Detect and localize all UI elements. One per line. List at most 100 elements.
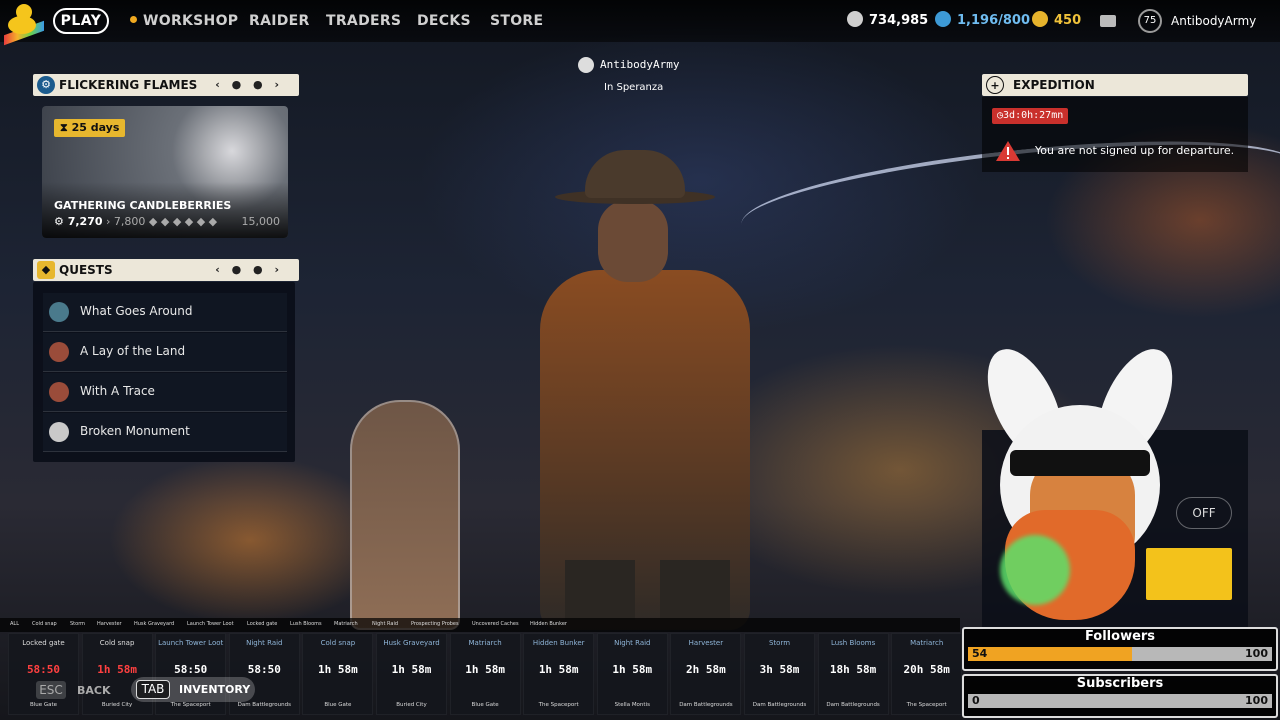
event-card-name: Storm (768, 639, 791, 647)
event-timer-card[interactable]: Hidden Bunker 1h 58m The Spaceport (523, 633, 595, 715)
event-timer-card[interactable]: Storm 3h 58m Dam Battlegrounds (744, 633, 815, 715)
robed-figure (350, 400, 460, 630)
subscribers-goal: 100 (1245, 694, 1268, 707)
event-card-timer: 1h 58m (391, 663, 432, 676)
event-card-timer: 1h 58m (97, 663, 137, 676)
event-card-name: Matriarch (910, 639, 944, 647)
event-card-name: Cold snap (99, 639, 135, 647)
tracker-tab[interactable]: Launch Tower Loot (187, 621, 234, 627)
event-card-timer: 58:50 (26, 663, 61, 676)
event-card-timer: 1h 58m (465, 663, 505, 676)
event-timer-card[interactable]: Matriarch 20h 58m The Spaceport (891, 633, 963, 715)
tokens-counter[interactable]: 1,196/800 (935, 11, 1030, 31)
raider-points-icon (1032, 11, 1048, 27)
event-card-name: Harvester (688, 639, 724, 647)
player-emblem-icon (578, 57, 594, 73)
nav-store[interactable]: STORE (490, 13, 543, 29)
streamer-avatar (972, 337, 1188, 625)
nav-decks[interactable]: DECKS (417, 13, 471, 29)
tracker-tab[interactable]: Husk Graveyard (134, 621, 174, 627)
event-card-timer: 3h 58m (759, 663, 800, 676)
event-card-location: Buried City (396, 702, 427, 708)
esc-key[interactable]: ESC (36, 681, 66, 699)
quest-item[interactable]: A Lay of the Land (43, 333, 287, 372)
quest-giver-avatar (49, 422, 69, 442)
subscribers-bar: 0 100 (968, 694, 1272, 708)
event-card-location: Blue Gate (29, 702, 58, 708)
quest-item[interactable]: With A Trace (43, 373, 287, 412)
expedition-title: EXPEDITION (1013, 78, 1095, 92)
mail-button[interactable] (1100, 11, 1122, 31)
tab-key: TAB (136, 680, 170, 699)
gear-icon: ⚙ (37, 76, 55, 94)
tracker-tab[interactable]: Harvester (97, 621, 122, 627)
event-timer-card[interactable]: Lush Blooms 18h 58m Dam Battlegrounds (817, 633, 889, 715)
quest-giver-avatar (49, 302, 69, 322)
event-pager[interactable]: ‹ ● ● › (215, 74, 283, 96)
quest-item[interactable]: Broken Monument (43, 413, 287, 452)
event-card-name: Launch Tower Loot (158, 639, 224, 647)
event-card-location: The Spaceport (906, 702, 947, 708)
event-timer-card[interactable]: Launch Tower Loot 58:50 The Spaceport (155, 633, 227, 715)
event-card-name: Locked gate (22, 639, 65, 647)
character-head (598, 200, 668, 282)
duck-logo-icon (4, 2, 44, 46)
tracker-tab[interactable]: Locked gate (247, 621, 277, 627)
expedition-header[interactable]: + EXPEDITION (982, 74, 1248, 96)
tracker-tab[interactable]: ALL (10, 621, 19, 627)
quest-item[interactable]: What Goes Around (43, 293, 287, 332)
character-location: In Speranza (604, 82, 664, 93)
tracker-tab[interactable]: Lush Blooms (290, 621, 322, 627)
event-timer-card[interactable]: Cold snap 1h 58m Blue Gate (302, 633, 374, 715)
event-card-timer: 1h 58m (612, 663, 653, 676)
event-card-name: Cold snap (320, 639, 356, 647)
nav-workshop[interactable]: WORKSHOP (130, 13, 238, 29)
event-card-location: Dam Battlegrounds (237, 702, 291, 708)
event-card-location: Blue Gate (324, 702, 352, 708)
tracker-tab[interactable]: Prospecting Probes (411, 621, 459, 627)
tracker-tab[interactable]: Night Raid (372, 621, 398, 627)
tracker-tab[interactable]: Uncovered Caches (472, 621, 519, 627)
toggle-off-button[interactable]: OFF (1176, 497, 1232, 529)
event-card-timer: 1h 58m (538, 663, 579, 676)
event-card-location: Buried City (101, 702, 133, 708)
player-level-badge: 75 (1138, 9, 1162, 33)
event-card-name: Husk Graveyard (383, 639, 440, 647)
followers-title: Followers (1084, 629, 1156, 644)
event-timer-card[interactable]: Night Raid 58:50 Dam Battlegrounds (228, 633, 300, 715)
nav-raider[interactable]: RAIDER (249, 13, 310, 29)
coins-counter[interactable]: 734,985 (847, 11, 928, 31)
raider-points-counter[interactable]: 450 (1032, 11, 1081, 31)
event-timer-card[interactable]: Locked gate 58:50 Blue Gate (8, 633, 79, 715)
character-leg (565, 560, 635, 620)
event-timer-card[interactable]: Night Raid 1h 58m Stella Montis (596, 633, 668, 715)
event-card-location: Dam Battlegrounds (752, 702, 807, 708)
quests-panel-title: QUESTS (59, 263, 113, 277)
tracker-tab[interactable]: Storm (70, 621, 85, 627)
player-username[interactable]: AntibodyArmy (1171, 14, 1256, 28)
quests-pager[interactable]: ‹ ● ● › (215, 259, 283, 281)
event-card-name: Matriarch (468, 639, 502, 647)
tracker-tab[interactable]: Matriarch (334, 621, 358, 627)
quest-giver-avatar (49, 382, 69, 402)
event-timer-card[interactable]: Harvester 2h 58m Dam Battlegrounds (670, 633, 742, 715)
event-timer-card[interactable]: Cold snap 1h 58m Buried City (81, 633, 153, 715)
event-card-timer: 20h 58m (903, 663, 950, 676)
event-card-location: Stella Montis (614, 702, 650, 708)
plus-icon: + (986, 76, 1004, 94)
event-card-timer: 58:50 (247, 663, 281, 676)
play-button[interactable]: PLAY (53, 8, 109, 34)
nav-traders[interactable]: TRADERS (326, 13, 401, 29)
event-card-name: Lush Blooms (830, 639, 876, 647)
quest-giver-avatar (49, 342, 69, 362)
back-button[interactable]: BACK (77, 684, 111, 697)
tracker-tab[interactable]: Cold snap (32, 621, 57, 627)
tracker-tab[interactable]: Hidden Bunker (530, 621, 567, 627)
event-days-badge: ⧗ 25 days (54, 119, 126, 137)
event-panel-title: FLICKERING FLAMES (59, 78, 198, 92)
event-timer-card[interactable]: Husk Graveyard 1h 58m Buried City (376, 633, 447, 715)
event-tracker-tabs: ALL Cold snap Storm Harvester Husk Grave… (0, 618, 960, 632)
event-timer-card[interactable]: Matriarch 1h 58m Blue Gate (449, 633, 521, 715)
followers-current: 54 (972, 647, 988, 660)
event-card-location: Dam Battlegrounds (679, 702, 733, 708)
